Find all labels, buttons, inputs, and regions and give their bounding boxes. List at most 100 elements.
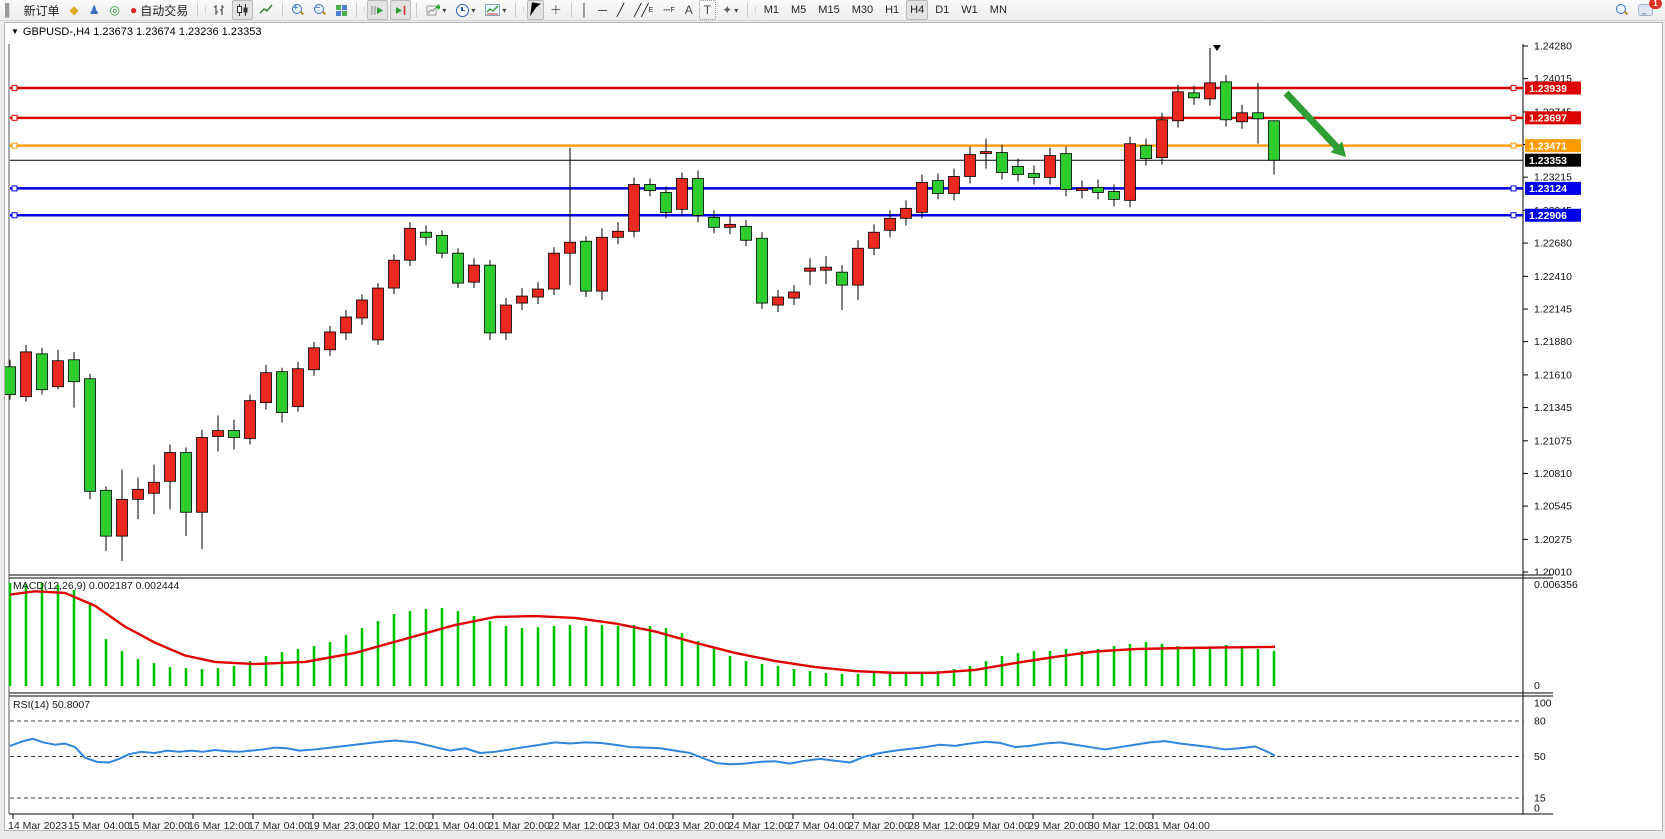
candle-body bbox=[661, 192, 672, 212]
chart-shift-icon bbox=[394, 5, 407, 16]
candle-body bbox=[1093, 187, 1104, 192]
candle-body bbox=[1173, 92, 1184, 121]
svg-text:1.23124: 1.23124 bbox=[1529, 183, 1567, 195]
clock-icon bbox=[456, 4, 469, 17]
new-order-button[interactable]: 新订单 bbox=[20, 1, 64, 19]
chart-title: ▼ GBPUSD-,H4 1.23673 1.23674 1.23236 1.23… bbox=[11, 26, 261, 38]
candle-body bbox=[85, 379, 96, 492]
timeframe-h4-button[interactable]: H4 bbox=[906, 0, 928, 20]
zoom-out-button[interactable]: − bbox=[310, 1, 330, 19]
toolbar-separator bbox=[416, 3, 417, 17]
price-tick-label: 1.21610 bbox=[1534, 369, 1572, 381]
candle-body bbox=[981, 152, 992, 154]
period-menu-button[interactable]: ▾ bbox=[452, 1, 479, 19]
price-tick-label: 1.21880 bbox=[1534, 336, 1572, 348]
autotrade-button[interactable]: ● 自动交易 bbox=[126, 1, 192, 19]
zoom-in-button[interactable]: + bbox=[288, 1, 308, 19]
time-tick-label: 29 Mar 20:00 bbox=[1028, 820, 1090, 830]
candle-body bbox=[1141, 146, 1152, 159]
timeframe-m1-button[interactable]: M1 bbox=[759, 1, 784, 19]
vertical-line-tool[interactable]: │ bbox=[577, 1, 593, 19]
profile-icon[interactable]: ◆ bbox=[66, 1, 83, 19]
time-tick-label: 23 Mar 20:00 bbox=[668, 820, 730, 830]
chart-canvas[interactable]: 1.242801.240151.237451.234801.232151.229… bbox=[5, 23, 1662, 830]
timeframe-m5-button[interactable]: M5 bbox=[786, 1, 811, 19]
time-tick-label: 19 Mar 23:00 bbox=[308, 820, 370, 830]
candle-body bbox=[725, 224, 736, 227]
timeframe-m30-button[interactable]: M30 bbox=[847, 1, 878, 19]
group-handle: ⁞ bbox=[754, 5, 756, 15]
svg-text:50: 50 bbox=[1534, 751, 1546, 763]
candle-body bbox=[1109, 191, 1120, 199]
auto-scroll-button[interactable] bbox=[367, 0, 388, 20]
market-watch-icon[interactable]: ◎ bbox=[106, 1, 124, 19]
timeframe-d1-button[interactable]: D1 bbox=[930, 1, 954, 19]
level-anchor bbox=[12, 186, 17, 191]
channel-tool[interactable]: ╱╱E bbox=[630, 1, 657, 19]
price-tick-label: 1.22410 bbox=[1534, 271, 1572, 283]
terminal-icon[interactable]: ♟ bbox=[85, 1, 104, 19]
fibonacci-tool[interactable]: ┄F bbox=[659, 1, 679, 19]
svg-text:1.23697: 1.23697 bbox=[1529, 113, 1567, 125]
line-chart-icon bbox=[259, 4, 273, 16]
candle-body bbox=[1189, 93, 1200, 98]
line-chart-mode-button[interactable] bbox=[255, 1, 277, 19]
symbol-collapse-icon[interactable]: ▼ bbox=[11, 27, 19, 36]
timeframe-w1-button[interactable]: W1 bbox=[956, 1, 983, 19]
tile-windows-icon bbox=[336, 5, 347, 16]
candle-body bbox=[357, 300, 368, 318]
time-tick-label: 23 Mar 04:00 bbox=[608, 820, 670, 830]
main-toolbar: ▌ 新订单 ◆ ♟ ◎ ● 自动交易 ⁞ + − ⁞ ▾ ▾ ▾ ⁞ ＋ │ ─… bbox=[0, 0, 1665, 21]
bar-chart-mode-button[interactable] bbox=[209, 1, 230, 19]
candle-body bbox=[885, 218, 896, 230]
candle-body bbox=[1045, 156, 1056, 178]
candle-body bbox=[965, 155, 976, 177]
candle-body bbox=[277, 372, 288, 413]
timeframe-mn-button[interactable]: MN bbox=[985, 1, 1012, 19]
candle-body bbox=[229, 431, 240, 438]
timeframe-h1-button[interactable]: H1 bbox=[880, 1, 904, 19]
template-icon bbox=[485, 4, 500, 16]
auto-scroll-icon bbox=[371, 5, 384, 16]
search-button[interactable] bbox=[1612, 1, 1632, 19]
candlestick-mode-button[interactable] bbox=[232, 0, 253, 20]
autotrade-status-icon: ● bbox=[130, 4, 137, 16]
toolbar-separator bbox=[356, 3, 357, 17]
notification-badge: 1 bbox=[1649, 0, 1662, 9]
time-tick-label: 22 Mar 12:00 bbox=[548, 820, 610, 830]
time-tick-label: 28 Mar 12:00 bbox=[908, 820, 970, 830]
candle-body bbox=[453, 253, 464, 283]
crosshair-tool-button[interactable]: ＋ bbox=[546, 1, 566, 19]
candle-body bbox=[549, 253, 560, 289]
level-anchor bbox=[12, 86, 17, 91]
trendline-tool[interactable]: ╱ bbox=[613, 1, 628, 19]
arrows-tool[interactable]: ✦▾ bbox=[718, 1, 742, 19]
tile-windows-button[interactable] bbox=[332, 1, 351, 19]
candle-body bbox=[613, 231, 624, 237]
time-tick-label: 24 Mar 12:00 bbox=[728, 820, 790, 830]
chart-window: 1.242801.240151.237451.234801.232151.229… bbox=[4, 22, 1663, 831]
arrows-icon: ✦ bbox=[722, 4, 732, 16]
candle-body bbox=[869, 232, 880, 248]
add-indicator-button[interactable]: ▾ bbox=[422, 1, 450, 19]
timeframe-m15-button[interactable]: M15 bbox=[813, 1, 844, 19]
template-menu-button[interactable]: ▾ bbox=[481, 1, 510, 19]
candle-body bbox=[917, 182, 928, 212]
candle-body bbox=[437, 235, 448, 253]
horizontal-line-tool[interactable]: ─ bbox=[594, 1, 611, 19]
candle-body bbox=[1157, 120, 1168, 158]
notifications-button[interactable]: 1 bbox=[1634, 1, 1657, 19]
text-tool[interactable]: A bbox=[681, 1, 697, 19]
candle-body bbox=[533, 289, 544, 297]
cursor-tool-button[interactable] bbox=[527, 0, 544, 20]
candle-body bbox=[5, 367, 16, 395]
price-tick-label: 1.21345 bbox=[1534, 402, 1572, 414]
dropdown-arrow-icon: ▾ bbox=[502, 6, 506, 15]
text-label-tool[interactable]: T bbox=[699, 0, 716, 20]
chart-title-text: GBPUSD-,H4 1.23673 1.23674 1.23236 1.233… bbox=[23, 26, 262, 38]
candle-body bbox=[597, 237, 608, 291]
candle-body bbox=[757, 238, 768, 303]
mt4-window: { "toolbar": { "new_order_label": "新订单",… bbox=[0, 0, 1665, 839]
chart-shift-button[interactable] bbox=[390, 0, 411, 20]
candle-body bbox=[309, 348, 320, 370]
